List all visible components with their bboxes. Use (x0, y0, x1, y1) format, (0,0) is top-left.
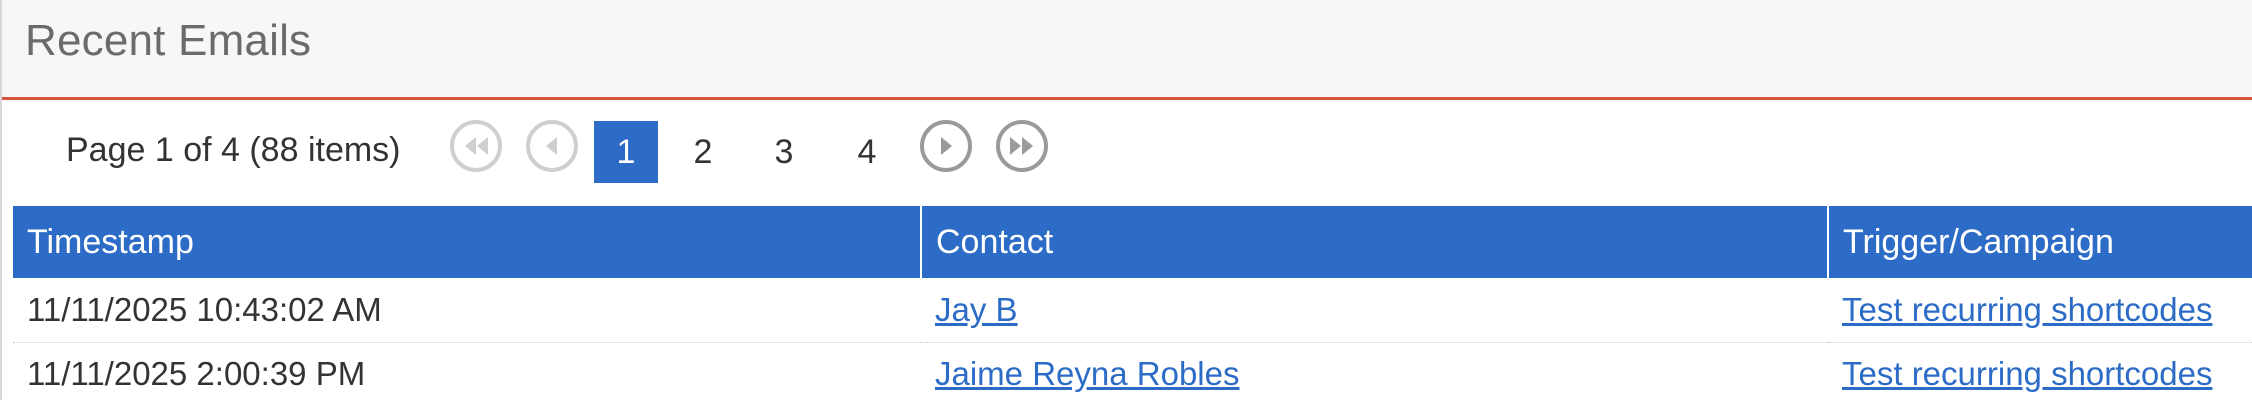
page-3-button[interactable]: 3 (752, 121, 816, 183)
contact-link[interactable]: Jaime Reyna Robles (935, 355, 1239, 392)
column-header-trigger[interactable]: Trigger/Campaign (1828, 206, 2252, 278)
next-page-icon[interactable] (920, 120, 972, 172)
page-1-button[interactable]: 1 (594, 121, 658, 183)
table-row: 11/11/2025 2:00:39 PM Jaime Reyna Robles… (13, 342, 2252, 400)
trigger-cell: Test recurring shortcodes (1828, 278, 2252, 343)
prev-page-icon[interactable] (526, 120, 578, 172)
contact-cell: Jay B (921, 278, 1828, 343)
contact-link[interactable]: Jay B (935, 291, 1018, 328)
timestamp-cell: 11/11/2025 2:00:39 PM (13, 342, 921, 400)
column-header-contact[interactable]: Contact (921, 206, 1829, 278)
table-row: 11/11/2025 10:43:02 AM Jay B Test recurr… (13, 278, 2252, 343)
table-header-row: Timestamp Contact Trigger/Campaign (13, 206, 2252, 278)
trigger-link[interactable]: Test recurring shortcodes (1842, 355, 2213, 392)
page-2-button[interactable]: 2 (671, 121, 735, 183)
pager: Page 1 of 4 (88 items) 1 2 3 4 (2, 103, 2252, 205)
emails-table: Timestamp Contact Trigger/Campaign 11/11… (13, 206, 2252, 400)
last-page-icon[interactable] (996, 120, 1048, 172)
page-4-button[interactable]: 4 (835, 121, 899, 183)
panel-header: Recent Emails (2, 0, 2252, 100)
first-page-icon[interactable] (450, 120, 502, 172)
timestamp-cell: 11/11/2025 10:43:02 AM (13, 278, 921, 343)
trigger-cell: Test recurring shortcodes (1828, 342, 2252, 400)
pager-summary: Page 1 of 4 (88 items) (66, 131, 401, 169)
column-header-timestamp[interactable]: Timestamp (13, 206, 922, 278)
trigger-link[interactable]: Test recurring shortcodes (1842, 291, 2213, 328)
contact-cell: Jaime Reyna Robles (921, 342, 1828, 400)
recent-emails-panel: Recent Emails Page 1 of 4 (88 items) 1 2… (0, 0, 2252, 400)
panel-title: Recent Emails (25, 16, 312, 65)
